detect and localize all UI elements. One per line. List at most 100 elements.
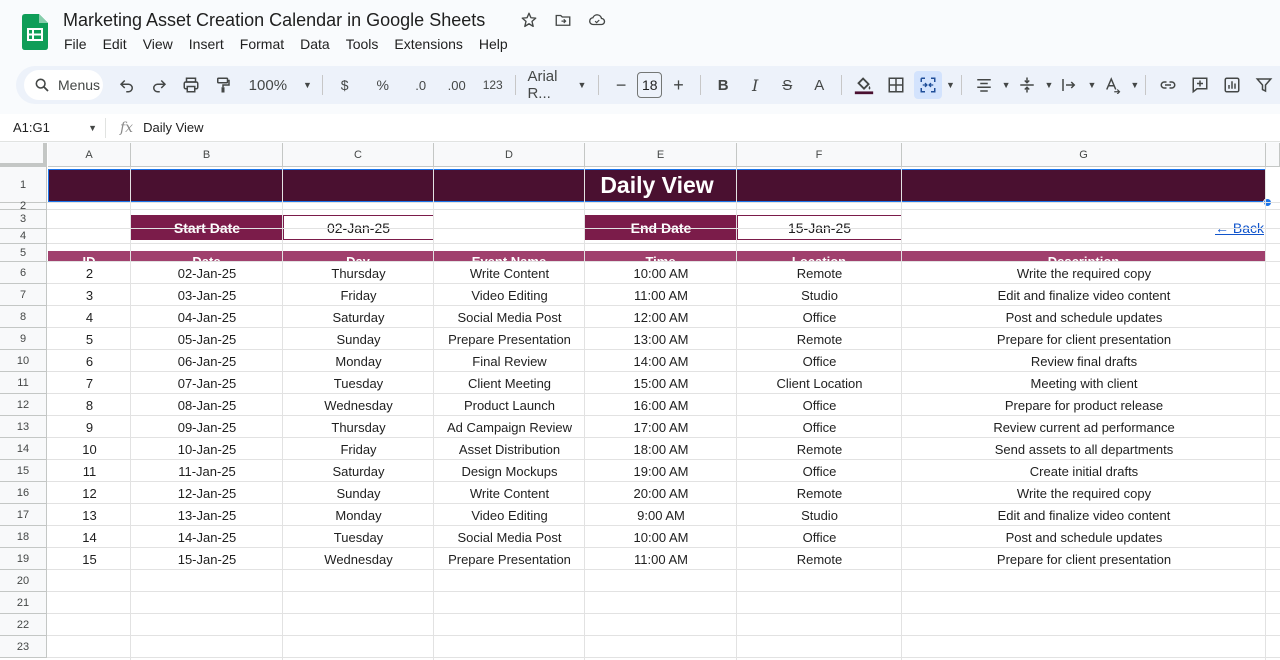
row-header-2[interactable]: 2 xyxy=(0,200,47,212)
row-header-22[interactable]: 22 xyxy=(0,614,47,636)
table-cell[interactable]: 5 xyxy=(48,328,131,350)
row-header-6[interactable]: 6 xyxy=(0,262,47,284)
row-header-5[interactable]: 5 xyxy=(0,244,47,262)
table-cell[interactable]: Write the required copy xyxy=(902,262,1266,284)
italic-button[interactable]: I xyxy=(741,71,769,99)
table-cell[interactable]: Studio xyxy=(737,284,902,306)
decrease-font-size-button[interactable]: − xyxy=(607,71,635,99)
row-header-14[interactable]: 14 xyxy=(0,438,47,460)
menu-data[interactable]: Data xyxy=(292,35,338,53)
table-cell[interactable]: Saturday xyxy=(283,306,434,328)
vertical-align-button[interactable] xyxy=(1013,71,1041,99)
table-cell[interactable]: Review current ad performance xyxy=(902,416,1266,438)
formula-input[interactable]: Daily View xyxy=(143,120,203,135)
row-header-23[interactable]: 23 xyxy=(0,636,47,658)
table-cell[interactable]: 13:00 AM xyxy=(585,328,737,350)
table-cell[interactable]: Ad Campaign Review xyxy=(434,416,585,438)
insert-link-button[interactable] xyxy=(1154,71,1182,99)
document-title[interactable]: Marketing Asset Creation Calendar in Goo… xyxy=(63,10,485,31)
font-select[interactable]: Arial R... ▼ xyxy=(521,68,592,102)
table-cell[interactable]: 08-Jan-25 xyxy=(131,394,283,416)
table-cell[interactable]: Prepare Presentation xyxy=(434,328,585,350)
table-cell[interactable]: Edit and finalize video content xyxy=(902,504,1266,526)
table-cell[interactable]: Studio xyxy=(737,504,902,526)
redo-button[interactable] xyxy=(145,71,173,99)
table-cell[interactable]: 15:00 AM xyxy=(585,372,737,394)
table-cell[interactable]: Final Review xyxy=(434,350,585,372)
table-cell[interactable]: 10 xyxy=(48,438,131,460)
table-cell[interactable]: Post and schedule updates xyxy=(902,306,1266,328)
cloud-status-icon[interactable] xyxy=(587,10,607,30)
table-cell[interactable]: Office xyxy=(737,306,902,328)
table-cell[interactable]: Prepare for product release xyxy=(902,394,1266,416)
table-cell[interactable]: 12:00 AM xyxy=(585,306,737,328)
table-cell[interactable]: Write the required copy xyxy=(902,482,1266,504)
table-cell[interactable]: Video Editing xyxy=(434,284,585,306)
table-cell[interactable]: 3 xyxy=(48,284,131,306)
table-cell[interactable]: Sunday xyxy=(283,328,434,350)
menus-search[interactable]: Menus xyxy=(24,70,103,100)
table-cell[interactable]: Social Media Post xyxy=(434,526,585,548)
table-cell[interactable]: 2 xyxy=(48,262,131,284)
menu-tools[interactable]: Tools xyxy=(338,35,387,53)
table-cell[interactable]: Office xyxy=(737,394,902,416)
horizontal-align-button[interactable] xyxy=(970,71,998,99)
row-header-1[interactable]: 1 xyxy=(0,167,47,203)
table-cell[interactable]: Office xyxy=(737,350,902,372)
text-rotation-button[interactable] xyxy=(1098,71,1126,99)
menu-view[interactable]: View xyxy=(135,35,181,53)
table-cell[interactable]: 7 xyxy=(48,372,131,394)
table-cell[interactable]: 14:00 AM xyxy=(585,350,737,372)
table-cell[interactable]: 12-Jan-25 xyxy=(131,482,283,504)
table-cell[interactable]: 04-Jan-25 xyxy=(131,306,283,328)
row-header-15[interactable]: 15 xyxy=(0,460,47,482)
table-cell[interactable]: Meeting with client xyxy=(902,372,1266,394)
menu-edit[interactable]: Edit xyxy=(95,35,135,53)
row-header-13[interactable]: 13 xyxy=(0,416,47,438)
table-cell[interactable]: 14 xyxy=(48,526,131,548)
table-cell[interactable]: 10:00 AM xyxy=(585,262,737,284)
text-color-button[interactable]: A xyxy=(805,71,833,99)
row-header-12[interactable]: 12 xyxy=(0,394,47,416)
table-cell[interactable]: 19:00 AM xyxy=(585,460,737,482)
column-header-e[interactable]: E xyxy=(585,143,737,167)
zoom-select[interactable]: 100% ▼ xyxy=(239,77,316,94)
daily-view-banner[interactable]: Daily View xyxy=(48,169,1266,202)
table-cell[interactable]: Tuesday xyxy=(283,372,434,394)
merge-cells-button[interactable] xyxy=(913,71,942,99)
move-folder-icon[interactable] xyxy=(553,10,573,30)
insert-comment-button[interactable] xyxy=(1186,71,1214,99)
name-box[interactable]: A1:G1 ▼ xyxy=(0,117,106,138)
table-cell[interactable]: 11 xyxy=(48,460,131,482)
table-cell[interactable]: 11-Jan-25 xyxy=(131,460,283,482)
undo-button[interactable] xyxy=(113,71,141,99)
table-cell[interactable]: Thursday xyxy=(283,262,434,284)
table-cell[interactable]: 6 xyxy=(48,350,131,372)
chevron-down-icon[interactable]: ▼ xyxy=(1045,80,1054,90)
table-cell[interactable]: 17:00 AM xyxy=(585,416,737,438)
table-cell[interactable]: Remote xyxy=(737,438,902,460)
table-cell[interactable]: Asset Distribution xyxy=(434,438,585,460)
table-cell[interactable]: 15 xyxy=(48,548,131,570)
percent-format-button[interactable]: % xyxy=(369,71,397,99)
table-cell[interactable]: Send assets to all departments xyxy=(902,438,1266,460)
row-header-8[interactable]: 8 xyxy=(0,306,47,328)
column-header-d[interactable]: D xyxy=(434,143,585,167)
table-cell[interactable]: Friday xyxy=(283,438,434,460)
table-cell[interactable]: Video Editing xyxy=(434,504,585,526)
row-header-4[interactable]: 4 xyxy=(0,229,47,244)
table-cell[interactable]: Monday xyxy=(283,350,434,372)
table-cell[interactable]: Wednesday xyxy=(283,394,434,416)
table-cell[interactable]: Saturday xyxy=(283,460,434,482)
table-cell[interactable]: Prepare for client presentation xyxy=(902,328,1266,350)
table-cell[interactable]: 16:00 AM xyxy=(585,394,737,416)
decrease-decimal-button[interactable]: .0 xyxy=(407,71,435,99)
table-cell[interactable]: 13-Jan-25 xyxy=(131,504,283,526)
menu-format[interactable]: Format xyxy=(232,35,292,53)
table-cell[interactable]: Review final drafts xyxy=(902,350,1266,372)
row-header-20[interactable]: 20 xyxy=(0,570,47,592)
table-cell[interactable]: Create initial drafts xyxy=(902,460,1266,482)
table-cell[interactable]: Write Content xyxy=(434,262,585,284)
table-cell[interactable]: Client Meeting xyxy=(434,372,585,394)
table-cell[interactable]: 14-Jan-25 xyxy=(131,526,283,548)
